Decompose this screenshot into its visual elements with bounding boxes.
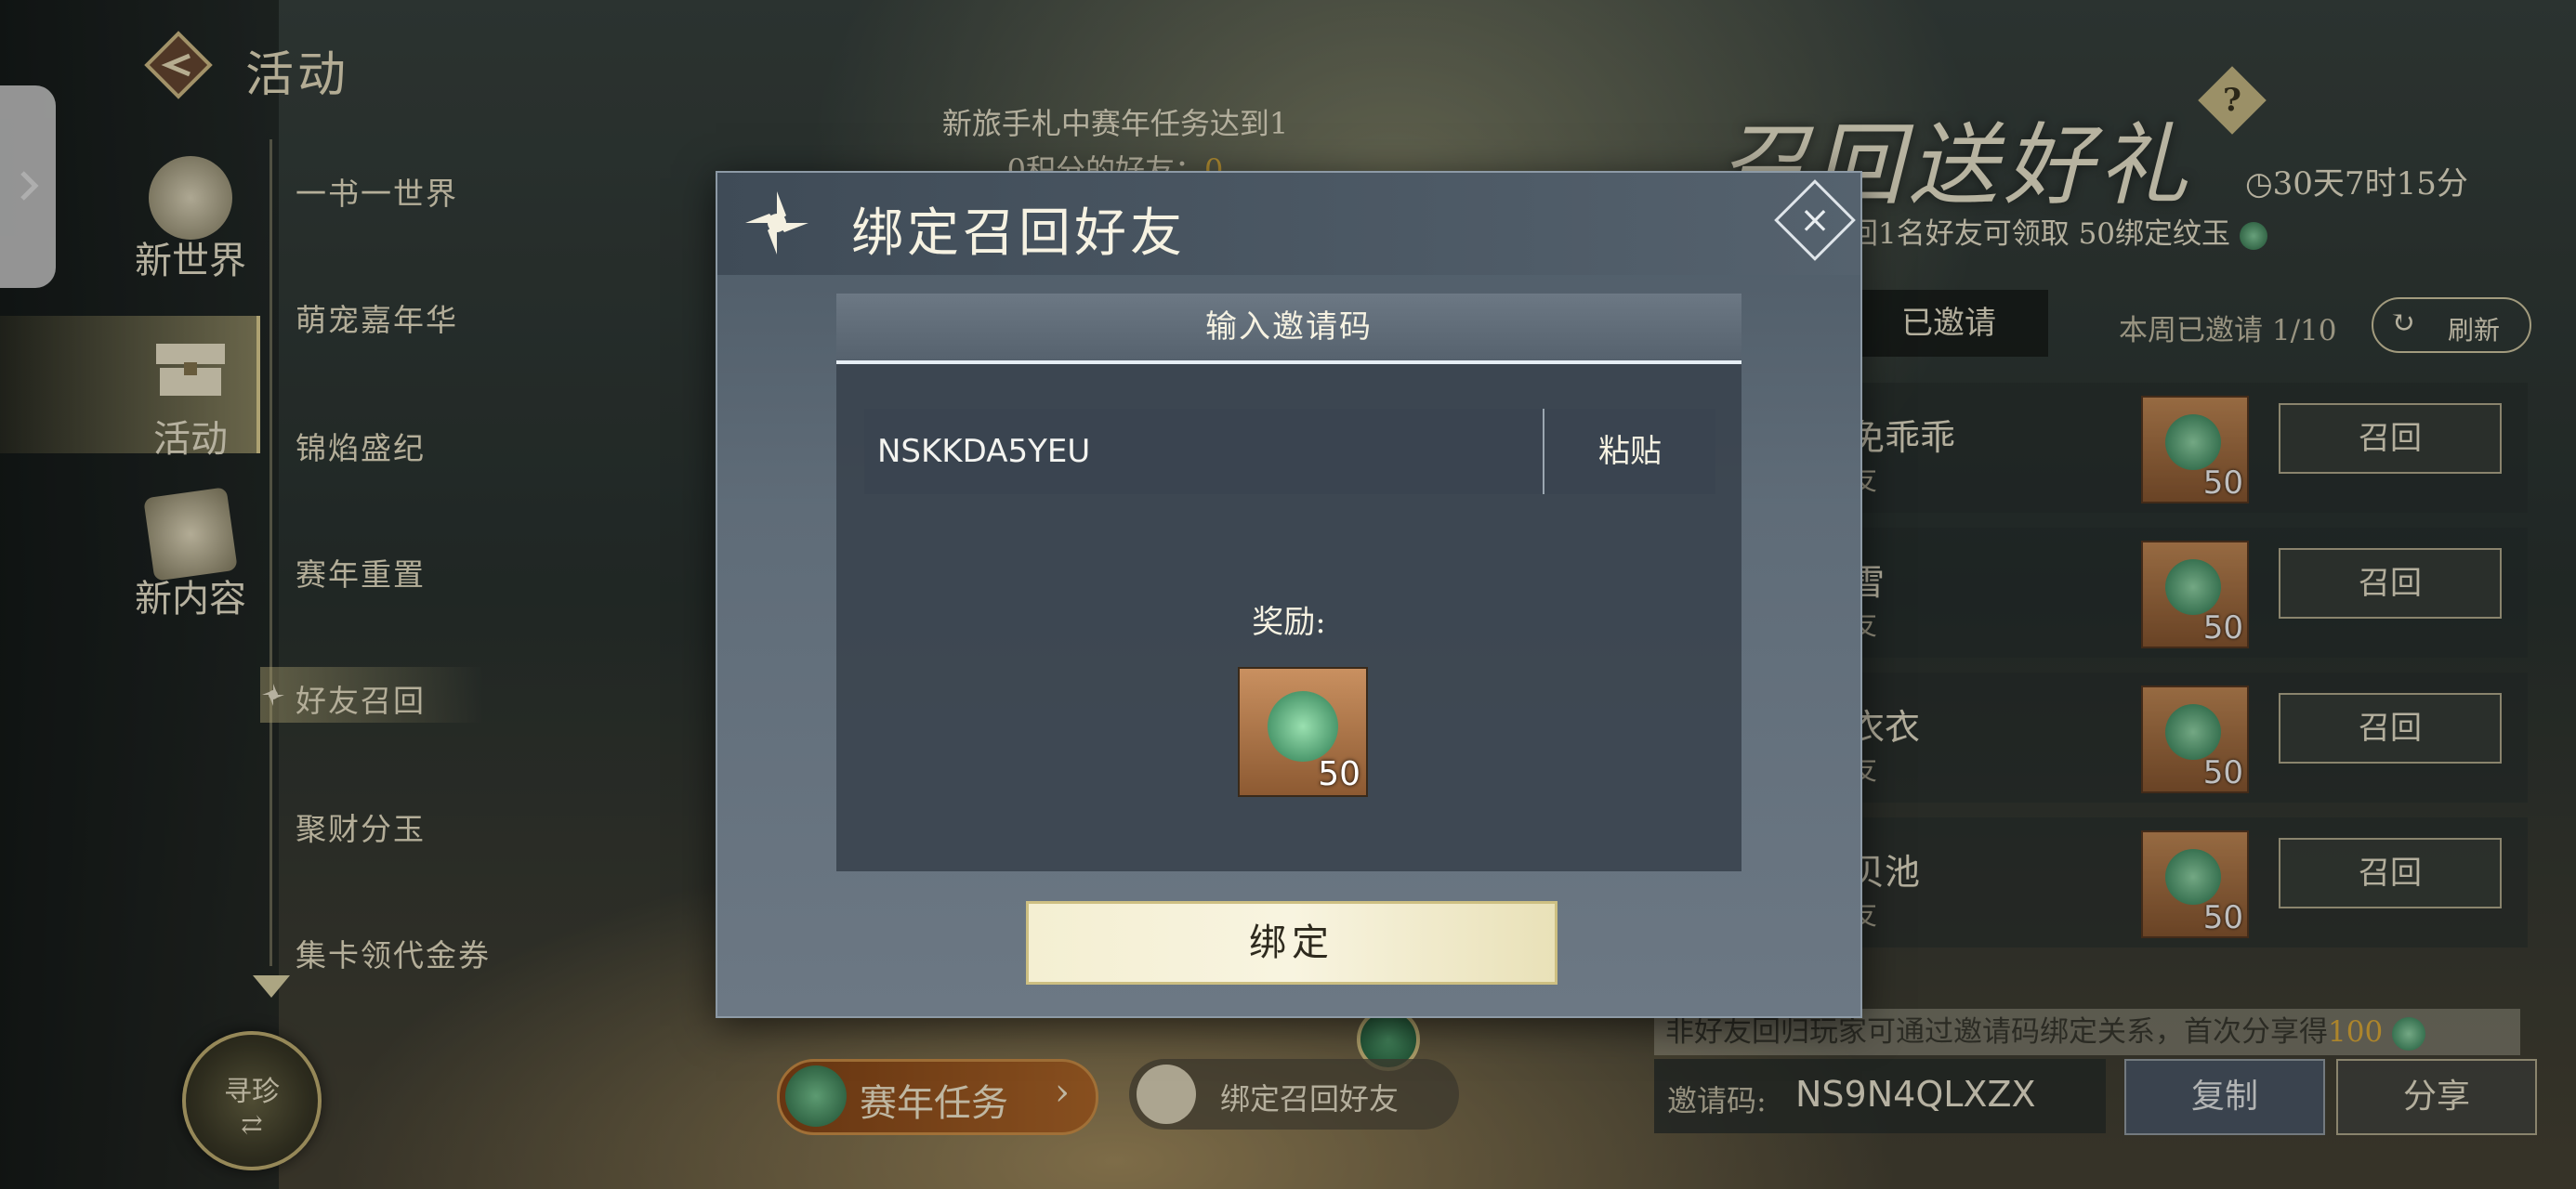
pinwheel-icon	[745, 191, 808, 255]
jade-icon	[1268, 691, 1338, 762]
reward-label: 奖励:	[1252, 604, 1326, 641]
section-header: 输入邀请码	[836, 294, 1741, 364]
bind-button[interactable]: 绑定	[1026, 901, 1557, 985]
reward-item: 50	[1238, 667, 1368, 797]
dialog-title: 绑定召回好友	[851, 203, 1186, 264]
bind-recall-friend-dialog: 绑定召回好友 × 输入邀请码 粘贴 奖励: 50 绑定	[716, 171, 1862, 1018]
invite-code-input[interactable]	[864, 409, 1543, 494]
dialog-body: 输入邀请码 粘贴 奖励: 50	[836, 294, 1741, 871]
close-icon: ×	[1799, 199, 1831, 242]
reward-count: 50	[1318, 755, 1360, 793]
paste-button[interactable]: 粘贴	[1543, 409, 1715, 494]
